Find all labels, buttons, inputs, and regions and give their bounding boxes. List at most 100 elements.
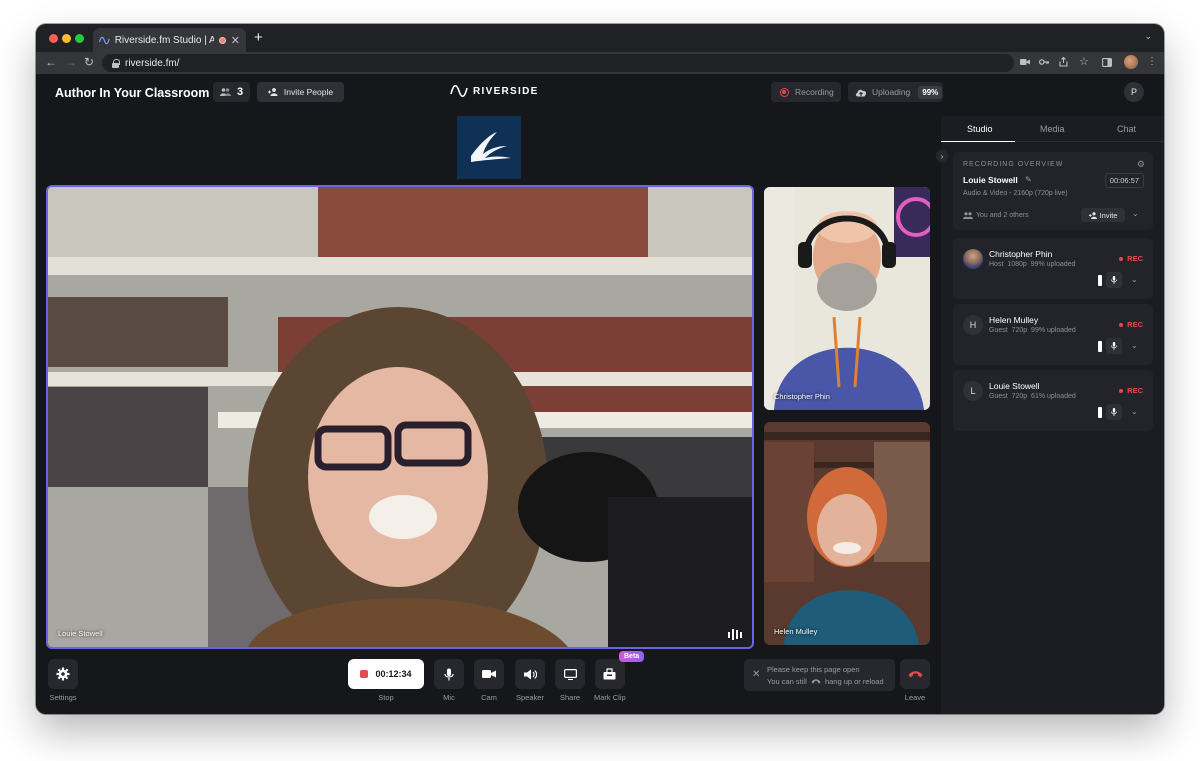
mic-label: Mic	[443, 693, 455, 702]
participant-mic-button[interactable]	[1106, 272, 1122, 288]
recording-overview-heading: RECORDING OVERVIEW	[963, 161, 1064, 168]
edit-pencil-icon[interactable]: ✎	[1025, 175, 1032, 184]
reload-icon[interactable]: ↻	[84, 55, 94, 69]
main-video-name: Louie Stowell	[58, 629, 103, 638]
chevron-down-icon[interactable]: ⌄	[1131, 275, 1138, 284]
participant-name: Louie Stowell	[989, 381, 1040, 391]
chevron-down-icon[interactable]: ⌄	[1131, 407, 1138, 416]
settings-label: Settings	[49, 693, 77, 702]
leave-label: Leave	[904, 693, 926, 702]
mark-clip-label: Mark Clip	[594, 693, 626, 702]
overview-others: You and 2 others	[976, 212, 1029, 219]
side-video-name-1: Christopher Phin	[774, 392, 830, 401]
recording-overview-card: RECORDING OVERVIEW ⚙ Louie Stowell ✎ 00:…	[953, 152, 1153, 230]
close-window-icon[interactable]	[49, 34, 58, 43]
chevron-down-icon[interactable]: ⌄	[1132, 209, 1139, 218]
user-avatar[interactable]: P	[1124, 82, 1144, 102]
recording-label: Recording	[795, 87, 834, 97]
share-control: Share	[555, 659, 585, 702]
camera-in-use-icon[interactable]	[1020, 58, 1030, 66]
side-video-tile-1[interactable]: Christopher Phin	[764, 187, 930, 410]
collapse-panel-icon[interactable]: ›	[936, 150, 948, 162]
side-panel-icon[interactable]	[1102, 58, 1112, 67]
avatar: L	[963, 381, 983, 401]
browser-tab[interactable]: Riverside.fm Studio | Author In Your Cla…	[93, 28, 246, 52]
address-bar[interactable]: riverside.fm/	[102, 54, 1014, 72]
speaker-label: Speaker	[516, 693, 544, 702]
participant-role: Guest	[989, 393, 1008, 400]
tab-close-icon[interactable]: ✕	[231, 34, 240, 47]
notice-line-2a: You can still	[767, 677, 807, 686]
invite-people-button[interactable]: Invite People	[257, 82, 344, 102]
zoom-window-icon[interactable]	[75, 34, 84, 43]
recording-indicator-icon	[218, 36, 226, 44]
stop-icon	[360, 670, 369, 678]
dismiss-notice-icon[interactable]: ✕	[752, 669, 760, 680]
back-icon[interactable]: ←	[45, 55, 57, 69]
mark-clip-button[interactable]	[594, 659, 625, 689]
browser-menu-icon[interactable]: ⋮	[1147, 56, 1157, 67]
overview-settings-icon[interactable]: ⚙	[1137, 159, 1145, 170]
upload-status: Uploading 99%	[848, 82, 943, 102]
participant-count-button[interactable]: 3	[213, 82, 250, 102]
participant-card: Christopher Phin Host 1080p 99% uploaded…	[953, 238, 1153, 299]
cam-button[interactable]	[474, 659, 504, 689]
participant-resolution: 720p	[1011, 393, 1028, 400]
audio-level-icon	[728, 629, 742, 640]
participant-mic-button[interactable]	[1106, 404, 1122, 420]
overview-invite-label: Invite	[1099, 210, 1118, 220]
camera-icon	[482, 670, 496, 678]
cloud-upload-icon	[855, 89, 867, 96]
share-icon[interactable]	[1059, 57, 1068, 67]
mark-clip-control: Mark Clip	[594, 659, 626, 702]
participant-uploaded: 99% uploaded	[1030, 261, 1076, 268]
tab-media[interactable]: Media	[1040, 124, 1065, 134]
minimize-window-icon[interactable]	[62, 34, 71, 43]
tab-search-icon[interactable]: ⌄	[1144, 31, 1152, 42]
audio-level-bar	[1098, 275, 1102, 286]
settings-button[interactable]	[48, 659, 78, 689]
share-button[interactable]	[555, 659, 585, 689]
avatar	[963, 249, 983, 269]
rec-status-label: REC	[1127, 320, 1143, 329]
side-video-name-2: Helen Mulley	[774, 627, 818, 636]
notice-line-1: Please keep this page open	[767, 665, 860, 674]
participant-role: Guest	[989, 327, 1008, 334]
stop-recording-button[interactable]: 00:12:34	[348, 659, 424, 689]
riverside-logo: RIVERSIDE	[450, 85, 539, 97]
audio-level-bar	[1098, 407, 1102, 418]
side-video-tile-2[interactable]: Helen Mulley	[764, 422, 930, 645]
main-video-tile[interactable]: Louie Stowell	[46, 185, 754, 649]
people-icon	[219, 88, 231, 96]
side-video-feed-2	[764, 422, 930, 645]
chevron-down-icon[interactable]: ⌄	[1131, 341, 1138, 350]
participant-name: Helen Mulley	[989, 315, 1039, 325]
participant-uploaded: 61% uploaded	[1031, 393, 1076, 400]
studio-panel: Studio Media Chat › RECORDING OVERVIEW ⚙…	[936, 116, 1164, 714]
participant-mic-button[interactable]	[1106, 338, 1122, 354]
tab-title: Riverside.fm Studio | Author In Your Cla…	[114, 34, 214, 46]
key-icon[interactable]	[1039, 58, 1049, 66]
stop-label: Stop	[378, 693, 394, 702]
avatar: H	[963, 315, 983, 335]
notice-line-2: You can still hang up or reload	[767, 677, 884, 686]
hang-up-icon	[908, 671, 922, 678]
new-tab-button[interactable]: +	[254, 29, 263, 46]
hang-up-small-icon	[811, 679, 821, 684]
bookmark-star-icon[interactable]: ☆	[1079, 55, 1089, 68]
tab-chat[interactable]: Chat	[1117, 124, 1136, 134]
overview-name: Louie Stowell	[963, 175, 1018, 185]
add-person-small-icon	[1088, 211, 1097, 219]
mic-control: Mic	[434, 659, 464, 702]
overview-invite-button[interactable]: Invite	[1081, 208, 1125, 222]
browser-profile-avatar[interactable]	[1124, 55, 1138, 69]
speaker-button[interactable]	[515, 659, 545, 689]
leave-control: Leave	[900, 659, 930, 702]
tab-studio[interactable]: Studio	[967, 124, 993, 134]
leave-button[interactable]	[900, 659, 930, 689]
cam-label: Cam	[481, 693, 497, 702]
mic-button[interactable]	[434, 659, 464, 689]
studio-title: Author In Your Classroom	[55, 86, 210, 100]
overview-meta: Audio & Video - 2160p (720p live)	[963, 190, 1068, 197]
forward-icon[interactable]: →	[65, 55, 77, 69]
